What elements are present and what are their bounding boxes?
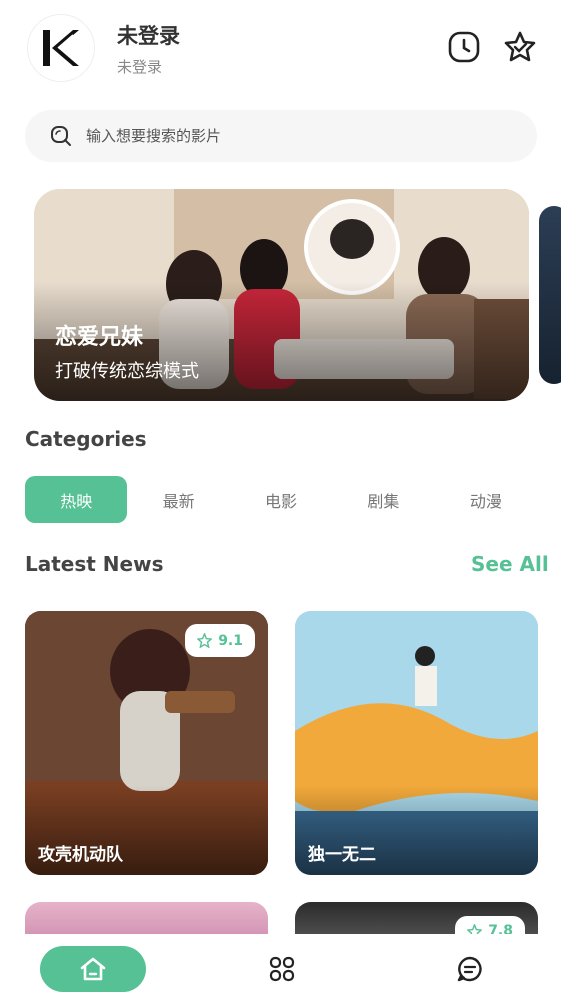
rating-badge: 9.1 <box>185 624 255 657</box>
user-name: 未登录 <box>117 24 180 48</box>
search-bar[interactable] <box>25 110 537 162</box>
favorite-star-icon[interactable] <box>503 30 537 64</box>
rating-value: 9.1 <box>218 632 243 649</box>
home-icon <box>80 957 106 981</box>
nav-categories[interactable] <box>262 946 302 992</box>
star-icon <box>197 633 213 648</box>
movie-card[interactable]: 独一无二 <box>295 611 538 875</box>
categories-heading: Categories <box>25 427 147 451</box>
app-logo-icon <box>43 30 79 66</box>
tab-series[interactable]: 剧集 <box>332 476 434 523</box>
tab-anime[interactable]: 动漫 <box>435 476 537 523</box>
tab-latest[interactable]: 最新 <box>127 476 229 523</box>
banner-subtitle: 打破传统恋综模式 <box>55 361 199 382</box>
history-icon[interactable] <box>447 30 481 64</box>
avatar[interactable] <box>27 14 95 82</box>
nav-messages[interactable] <box>450 946 490 992</box>
bottom-nav <box>0 934 561 1000</box>
movie-title: 独一无二 <box>308 845 376 865</box>
header: 未登录 未登录 <box>0 0 561 100</box>
grid-icon <box>269 956 295 982</box>
tab-now-showing[interactable]: 热映 <box>25 476 128 523</box>
movie-title: 攻壳机动队 <box>38 845 123 865</box>
search-icon <box>51 126 71 146</box>
latest-news-heading: Latest News <box>25 552 164 576</box>
user-status: 未登录 <box>117 58 163 76</box>
nav-home[interactable] <box>40 946 146 992</box>
category-tabs: 热映 最新 电影 剧集 动漫 <box>25 476 537 523</box>
chat-icon <box>457 956 482 982</box>
movie-card[interactable]: 9.1 攻壳机动队 <box>25 611 268 875</box>
next-banner-peek[interactable] <box>539 206 561 384</box>
banner-title: 恋爱兄妹 <box>55 325 144 350</box>
see-all-link[interactable]: See All <box>471 552 549 576</box>
featured-banner[interactable]: 恋爱兄妹 打破传统恋综模式 <box>34 189 529 401</box>
search-input[interactable] <box>86 127 486 145</box>
tab-movies[interactable]: 电影 <box>230 476 332 523</box>
